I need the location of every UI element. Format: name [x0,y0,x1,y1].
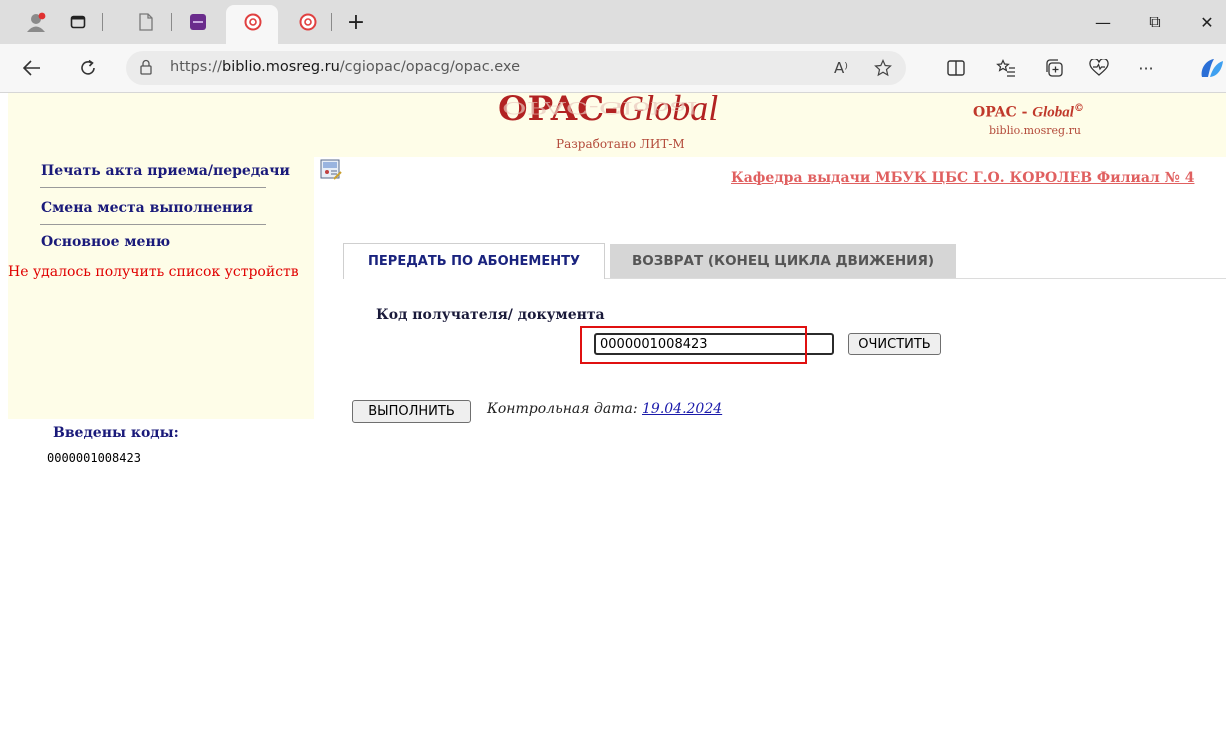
sidebar-item-change-location[interactable]: Смена места выполнения [41,200,253,216]
tab-purple-site-icon[interactable] [188,12,208,32]
tab-actions-icon[interactable] [68,12,88,32]
control-date-link[interactable]: 19.04.2024 [642,401,722,417]
copilot-icon[interactable] [1196,56,1226,80]
collections-icon[interactable] [1042,56,1066,80]
window-minimize-button[interactable]: — [1088,10,1118,34]
opac-logo-reflection: OPAC-Global [502,97,698,117]
control-date-text: Контрольная дата: 19.04.2024 [487,401,723,417]
sidebar-item-print-act[interactable]: Печать акта приема/передачи [41,163,290,179]
tab-return[interactable]: ВОЗВРАТ (КОНЕЦ ЦИКЛА ДВИЖЕНИЯ) [610,244,956,278]
device-list-error: Не удалось получить список устройств [8,264,299,280]
browser-essentials-icon[interactable] [1087,56,1111,80]
url-bar[interactable]: https://biblio.mosreg.ru/cgiopac/opacg/o… [126,51,906,85]
tab-opac-second-icon[interactable] [298,12,318,32]
page-content: OPAC-Global OPAC-Global Разработано ЛИТ-… [0,93,1226,745]
sidebar: Печать акта приема/передачи Смена места … [8,157,314,419]
back-arrow-icon[interactable] [18,54,46,82]
main-panel: Кафедра выдачи МБУК ЦБС Г.О. КОРОЛЕВ Фил… [314,157,1226,423]
more-menu-icon[interactable]: ··· [1134,56,1158,80]
tab-issue-subscription[interactable]: ПЕРЕДАТЬ ПО АБОНЕМЕНТУ [343,243,605,279]
opac-brand-mark: OPAC - Global© [973,103,1084,121]
entered-code-item: 0000001008423 [47,451,141,465]
print-form-icon[interactable] [320,159,342,181]
favorites-list-icon[interactable] [994,56,1018,80]
window-close-button[interactable]: ✕ [1192,10,1222,34]
refresh-icon[interactable] [74,54,102,82]
recipient-code-input[interactable] [594,333,834,355]
favorite-star-icon[interactable] [872,58,894,78]
url-text[interactable]: https://biblio.mosreg.ru/cgiopac/opacg/o… [170,59,520,75]
site-info-lock-icon[interactable] [140,59,152,79]
window-restore-button[interactable]: ⧉ [1140,10,1170,34]
execute-button[interactable]: ВЫПОЛНИТЬ [352,400,471,423]
new-tab-plus-icon[interactable]: + [346,10,366,35]
split-screen-icon[interactable] [944,56,968,80]
profile-avatar-icon[interactable] [26,12,46,32]
developer-credit: Разработано ЛИТ-М [556,137,685,151]
tab-blank-page-icon[interactable] [136,12,156,32]
department-link[interactable]: Кафедра выдачи МБУК ЦБС Г.О. КОРОЛЕВ Фил… [731,170,1194,186]
opac-header: OPAC-Global OPAC-Global Разработано ЛИТ-… [8,93,1226,157]
browser-address-bar: https://biblio.mosreg.ru/cgiopac/opacg/o… [0,44,1226,93]
clear-button[interactable]: ОЧИСТИТЬ [848,333,941,355]
read-aloud-icon[interactable]: A⁾ [830,58,852,78]
tab-opac-favicon-icon [243,12,263,32]
browser-tab-bar: + — ⧉ ✕ [0,0,1226,44]
brand-site: biblio.mosreg.ru [989,124,1081,137]
entered-codes-title: Введены коды: [53,425,179,441]
code-field-label: Код получателя/ документа [376,307,605,323]
sidebar-item-main-menu[interactable]: Основное меню [41,234,170,250]
